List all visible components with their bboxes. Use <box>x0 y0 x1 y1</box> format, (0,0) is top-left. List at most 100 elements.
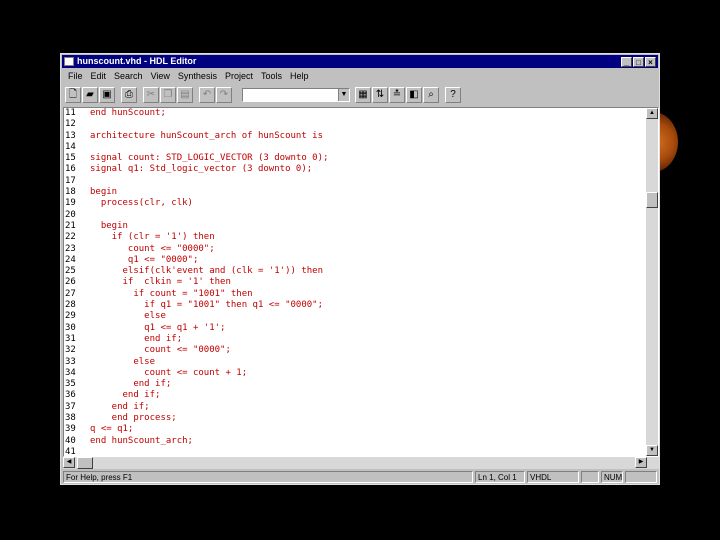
code-line[interactable]: begin <box>90 221 644 232</box>
code-line[interactable]: q1 <= q1 + '1'; <box>90 323 644 334</box>
scroll-right-icon[interactable]: ▶ <box>635 457 647 468</box>
line-number: 25 <box>65 266 76 277</box>
menu-tools[interactable]: Tools <box>257 69 286 83</box>
horizontal-scroll-thumb[interactable] <box>77 457 93 469</box>
code-editor[interactable]: 11 12 13 14 15 16 17 18 19 20 21 22 23 24 25 26 27 28 29 30… <box>63 107 659 457</box>
code-line[interactable]: end hunScount; <box>90 108 644 119</box>
code-line[interactable] <box>90 142 644 153</box>
line-number: 28 <box>65 300 76 311</box>
new-file-icon[interactable]: 🗋 <box>65 87 81 103</box>
status-bar: For Help, press F1 Ln 1, Col 1 VHDL NUM <box>63 471 659 483</box>
window-title: hunscount.vhd - HDL Editor <box>77 56 197 66</box>
undo-icon[interactable]: ↶ <box>199 87 215 103</box>
line-number: 24 <box>65 254 76 265</box>
code-line[interactable]: else <box>90 357 644 368</box>
code-line[interactable]: end if; <box>90 334 644 345</box>
code-line[interactable]: if count = "1001" then <box>90 289 644 300</box>
menu-view[interactable]: View <box>147 69 174 83</box>
code-line[interactable]: if clkin = '1' then <box>90 277 644 288</box>
template-combo-box[interactable]: ▼ <box>242 88 350 102</box>
code-line[interactable]: architecture hunScount_arch of hunScount… <box>90 131 644 142</box>
line-number: 11 <box>65 108 76 118</box>
line-number: 27 <box>65 288 76 299</box>
scroll-up-icon[interactable]: ▲ <box>646 108 658 119</box>
line-number: 19 <box>65 198 76 209</box>
open-folder-icon[interactable]: ▰ <box>82 87 98 103</box>
code-line[interactable]: end if; <box>90 390 644 401</box>
find-icon[interactable]: ⌕ <box>423 87 439 103</box>
menu-edit[interactable]: Edit <box>87 69 111 83</box>
menu-bar: File Edit Search View Synthesis Project … <box>64 69 313 83</box>
code-line[interactable]: end if; <box>90 379 644 390</box>
line-number: 37 <box>65 401 76 412</box>
code-line[interactable] <box>90 176 644 187</box>
code-line[interactable]: signal count: STD_LOGIC_VECTOR (3 downto… <box>90 153 644 164</box>
indent-icon[interactable]: ≛ <box>389 87 405 103</box>
code-line[interactable]: end if; <box>90 402 644 413</box>
code-line[interactable]: signal q1: Std_logic_vector (3 downto 0)… <box>90 164 644 175</box>
redo-icon[interactable]: ↷ <box>216 87 232 103</box>
status-position: Ln 1, Col 1 <box>475 471 525 483</box>
print-icon[interactable]: ⎙ <box>121 87 137 103</box>
code-line[interactable]: end hunScount_arch; <box>90 436 644 447</box>
bookmark-icon[interactable]: ⇅ <box>372 87 388 103</box>
menu-synthesis[interactable]: Synthesis <box>174 69 221 83</box>
code-line[interactable] <box>90 119 644 130</box>
menu-file[interactable]: File <box>64 69 87 83</box>
close-button[interactable]: × <box>645 56 656 67</box>
line-number: 23 <box>65 243 76 254</box>
line-number: 32 <box>65 345 76 356</box>
status-help-text: For Help, press F1 <box>63 471 473 483</box>
status-empty-pane <box>581 471 599 483</box>
code-line[interactable]: q <= q1; <box>90 424 644 435</box>
code-line[interactable]: count <= "0000"; <box>90 345 644 356</box>
code-line[interactable]: begin <box>90 187 644 198</box>
code-line[interactable]: end process; <box>90 413 644 424</box>
code-line[interactable] <box>90 210 644 221</box>
help-icon[interactable]: ? <box>445 87 461 103</box>
line-number: 21 <box>65 220 76 231</box>
status-empty-pane-2 <box>625 471 657 483</box>
line-number: 26 <box>65 277 76 288</box>
paste-icon[interactable]: ▤ <box>177 87 193 103</box>
title-bar[interactable]: hunscount.vhd - HDL Editor _ □ × <box>62 55 658 68</box>
vertical-scrollbar[interactable]: ▲ ▼ <box>646 108 658 456</box>
code-line[interactable]: count <= "0000"; <box>90 244 644 255</box>
code-line[interactable]: if q1 = "1001" then q1 <= "0000"; <box>90 300 644 311</box>
line-number: 18 <box>65 187 76 198</box>
code-line[interactable] <box>90 447 644 456</box>
line-number: 33 <box>65 356 76 367</box>
scroll-down-icon[interactable]: ▼ <box>646 445 658 456</box>
line-number: 14 <box>65 141 76 152</box>
minimize-button[interactable]: _ <box>621 56 632 67</box>
vertical-scroll-thumb[interactable] <box>646 192 658 208</box>
maximize-button[interactable]: □ <box>633 56 644 67</box>
menu-project[interactable]: Project <box>221 69 257 83</box>
line-number: 12 <box>65 119 76 130</box>
cut-icon[interactable]: ✂ <box>143 87 159 103</box>
line-number: 17 <box>65 175 76 186</box>
compile-icon[interactable]: ▦ <box>355 87 371 103</box>
menu-help[interactable]: Help <box>286 69 313 83</box>
code-line[interactable]: count <= count + 1; <box>90 368 644 379</box>
code-line[interactable]: if (clr = '1') then <box>90 232 644 243</box>
scroll-left-icon[interactable]: ◀ <box>63 457 75 468</box>
hdl-editor-window: hunscount.vhd - HDL Editor _ □ × File Ed… <box>60 53 660 485</box>
code-line[interactable]: elsif(clk'event and (clk = '1')) then <box>90 266 644 277</box>
horizontal-scrollbar[interactable]: ◀ ▶ <box>63 457 659 469</box>
line-number: 41 <box>65 446 76 457</box>
language-assistant-icon[interactable]: ◧ <box>406 87 422 103</box>
code-line[interactable]: q1 <= "0000"; <box>90 255 644 266</box>
status-language: VHDL <box>527 471 579 483</box>
line-number: 22 <box>65 232 76 243</box>
code-line[interactable]: process(clr, clk) <box>90 198 644 209</box>
copy-icon[interactable]: ❐ <box>160 87 176 103</box>
code-line[interactable]: else <box>90 311 644 322</box>
chevron-down-icon[interactable]: ▼ <box>338 89 349 101</box>
line-number: 38 <box>65 413 76 424</box>
code-area[interactable]: end hunScount; architecture hunScount_arc… <box>90 108 644 456</box>
line-number: 31 <box>65 333 76 344</box>
line-number: 16 <box>65 164 76 175</box>
menu-search[interactable]: Search <box>110 69 147 83</box>
save-icon[interactable]: ▣ <box>99 87 115 103</box>
